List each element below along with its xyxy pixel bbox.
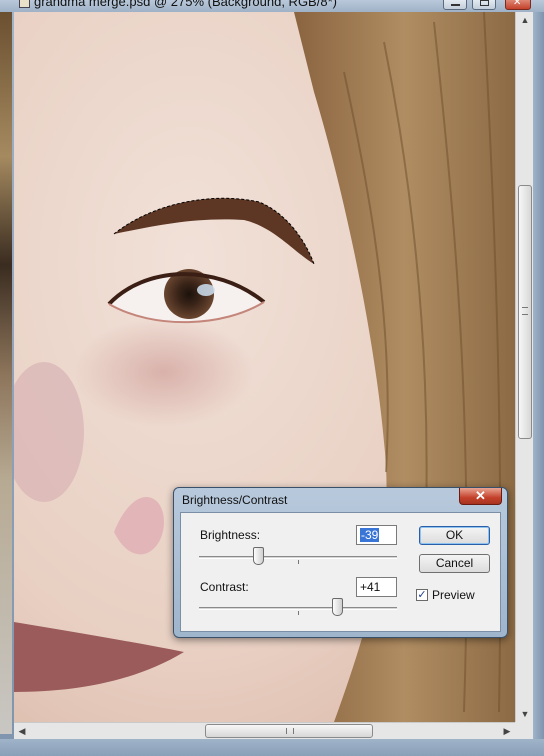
contrast-value: +41: [360, 580, 381, 594]
arrow-up-icon[interactable]: ▲: [516, 12, 534, 28]
horizontal-scroll-thumb[interactable]: [204, 724, 373, 738]
arrow-left-icon[interactable]: ◀: [14, 723, 30, 740]
close-icon: ✕: [513, 0, 522, 8]
cancel-button[interactable]: Cancel: [419, 554, 490, 573]
grip-icon: [522, 306, 528, 315]
under-eye-shadow: [74, 317, 254, 427]
background-window-edge: [0, 12, 12, 734]
scrollbar-corner: [515, 722, 533, 739]
brightness-label: Brightness:: [200, 528, 261, 542]
preview-label: Preview: [432, 588, 475, 602]
dialog-body: Brightness: -39 Contrast: +41 OK Cancel …: [180, 512, 501, 632]
ok-button[interactable]: OK: [419, 526, 490, 545]
window-title: grandma merge.psd @ 275% (Background, RG…: [34, 0, 337, 9]
contrast-center-tick: [298, 611, 299, 615]
brightness-slider-track[interactable]: [199, 556, 397, 559]
dialog-title: Brightness/Contrast: [182, 493, 288, 507]
photoshop-document-icon: [19, 0, 30, 8]
preview-checkbox[interactable]: ✓: [416, 589, 428, 601]
brightness-center-tick: [298, 560, 299, 564]
window-frame-right: [533, 12, 544, 739]
maximize-icon: [480, 0, 489, 6]
contrast-label: Contrast:: [200, 580, 249, 594]
maximize-button[interactable]: [472, 0, 496, 10]
check-icon: ✓: [417, 589, 427, 601]
brightness-slider-thumb[interactable]: [252, 547, 264, 565]
vertical-scroll-thumb[interactable]: [518, 184, 532, 439]
brightness-value: -39: [360, 528, 380, 542]
contrast-slider-track[interactable]: [199, 607, 397, 610]
window-title-bar[interactable]: grandma merge.psd @ 275% (Background, RG…: [0, 0, 544, 12]
grip-icon: [285, 728, 294, 734]
contrast-slider-thumb[interactable]: [332, 598, 344, 616]
arrow-down-icon[interactable]: ▼: [516, 706, 534, 722]
brightness-input[interactable]: -39: [356, 525, 397, 545]
close-window-button[interactable]: ✕: [505, 0, 531, 10]
window-frame-bottom: [0, 739, 544, 756]
contrast-input[interactable]: +41: [356, 577, 397, 597]
minimize-icon: [451, 0, 460, 6]
document-window: grandma merge.psd @ 275% (Background, RG…: [0, 0, 544, 756]
brightness-contrast-dialog: Brightness/Contrast ✕ Brightness: -39 Co…: [173, 487, 508, 638]
dialog-close-button[interactable]: ✕: [459, 488, 502, 505]
arrow-right-icon[interactable]: ▶: [499, 723, 515, 740]
horizontal-scrollbar[interactable]: ◀ ▶: [14, 722, 515, 739]
minimize-button[interactable]: [443, 0, 467, 10]
close-icon: ✕: [475, 488, 486, 503]
vertical-scrollbar[interactable]: ▲ ▼: [515, 12, 533, 722]
eye-highlight: [197, 284, 215, 296]
